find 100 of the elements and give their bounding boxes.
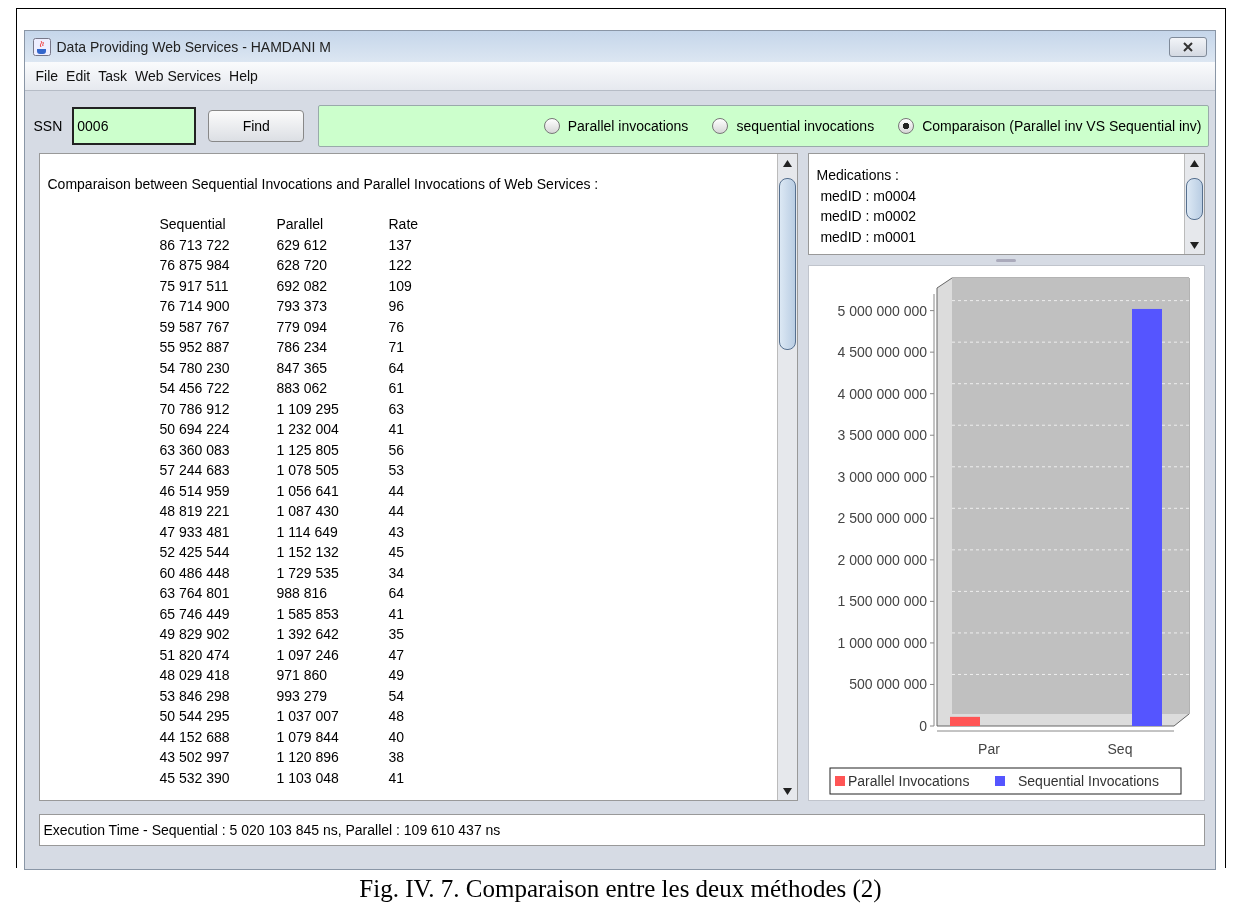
table-cell-text: 60 486 448: [159, 563, 231, 583]
scrollbar-thumb[interactable]: [778, 178, 796, 350]
table-cell-text: 57 244 683: [159, 461, 231, 480]
splitter-handle[interactable]: [996, 258, 1016, 262]
table-cell-text: 993 279: [276, 686, 329, 706]
close-icon[interactable]: [1182, 41, 1193, 52]
table-cell-text: 56: [388, 440, 406, 460]
table-cell-text: 48 029 418: [159, 666, 231, 685]
find-button[interactable]: Find: [208, 110, 305, 142]
ssn-field[interactable]: 0006: [72, 107, 197, 145]
table-cell-text: 53: [388, 461, 406, 480]
radio-label[interactable]: Comparaison (Parallel inv VS Sequential inv): [922, 118, 1202, 134]
table-cell-text: 1 078 505: [276, 461, 340, 480]
table-cell-text: 1 114 649: [276, 522, 339, 542]
table-cell-text: 629 612: [276, 235, 329, 255]
table-cell-text: 55 952 887: [159, 338, 231, 357]
table-cell-text: 71: [388, 338, 406, 357]
table-cell-text: 1 056 641: [276, 481, 340, 501]
table-cell-text: 63 764 801: [159, 584, 231, 603]
table-cell-text: 1 037 007: [276, 707, 340, 726]
menu-item[interactable]: File: [31, 68, 63, 84]
scrollbar-thumb[interactable]: [1185, 178, 1203, 220]
y-tick-label: 3 000 000 000: [836, 468, 927, 485]
medication-item: medID : m0004: [819, 186, 918, 206]
table-cell-text: 47: [388, 645, 406, 665]
menu-item[interactable]: Help: [225, 68, 262, 84]
scrollbar[interactable]: [1183, 154, 1204, 254]
table-cell-text: 75 917 511: [159, 276, 230, 296]
table-cell-text: 44: [388, 502, 406, 521]
table-cell-text: 50 544 295: [159, 707, 231, 726]
table-cell-text: 40: [388, 727, 406, 747]
table-cell-text: 41: [388, 768, 406, 788]
table-cell-text: 52 425 544: [159, 543, 231, 562]
table-cell-text: 1 585 853: [276, 604, 340, 624]
x-tick-label: Par: [977, 741, 1000, 757]
legend-swatch: [834, 776, 845, 786]
table-cell-text: 38: [388, 748, 406, 767]
table-cell-text: 76: [388, 317, 406, 337]
table-cell-text: 988 816: [276, 584, 329, 603]
close-button[interactable]: [1168, 36, 1207, 57]
menu-item[interactable]: Edit: [62, 68, 95, 84]
table-cell-text: 64: [388, 358, 406, 378]
table-cell-text: 44 152 688: [159, 727, 231, 747]
table-cell-text: 109: [388, 276, 413, 296]
scroll-up-icon[interactable]: [782, 159, 792, 167]
table-cell-text: 847 365: [276, 358, 329, 378]
ssn-label: SSN: [33, 118, 63, 134]
table-cell-text: 54 780 230: [159, 358, 231, 378]
table-cell-text: 779 094: [276, 317, 329, 337]
table-cell-text: 53 846 298: [159, 686, 231, 706]
radio-label[interactable]: sequential invocations: [736, 118, 875, 134]
table-cell-text: 76 714 900: [159, 297, 231, 316]
table-cell-text: 54 456 722: [159, 379, 231, 398]
y-tick-label: 1 500 000 000: [836, 593, 927, 610]
table-cell-text: 63 360 083: [159, 440, 231, 460]
y-tick-label: 500 000 000: [848, 676, 927, 693]
scroll-down-icon[interactable]: [1189, 241, 1199, 249]
y-tick-label: 3 500 000 000: [836, 427, 927, 444]
column-header: Rate: [388, 215, 420, 234]
table-cell-text: 48: [388, 707, 406, 726]
table-cell-text: 883 062: [276, 379, 329, 398]
medication-item: medID : m0002: [819, 207, 918, 226]
table-cell-text: 86 713 722: [159, 235, 231, 255]
chart-bar: [949, 716, 980, 726]
radio-button[interactable]: [543, 118, 560, 134]
table-cell-text: 49: [388, 666, 406, 685]
table-cell-text: 43 502 997: [159, 748, 231, 767]
scroll-up-icon[interactable]: [1189, 159, 1199, 167]
column-header: Sequential: [159, 215, 227, 234]
scrollbar[interactable]: [776, 154, 797, 800]
table-cell-text: 1 392 642: [276, 625, 340, 644]
table-cell-text: 41: [388, 420, 406, 439]
table-cell-text: 35: [388, 625, 406, 644]
table-cell-text: 48 819 221: [159, 502, 231, 521]
y-tick-label: 4 500 000 000: [836, 344, 927, 361]
table-cell-text: 1 152 132: [276, 543, 340, 562]
scroll-down-icon[interactable]: [782, 787, 792, 795]
table-cell-text: 44: [388, 481, 406, 501]
table-cell-text: 59 587 767: [159, 317, 231, 337]
y-tick-label: 4 000 000 000: [836, 385, 927, 402]
radio-button[interactable]: [898, 118, 915, 134]
menu-item[interactable]: Web Services: [131, 68, 226, 84]
table-cell-text: 49 829 902: [159, 625, 231, 644]
y-tick-label: 5 000 000 000: [836, 302, 927, 319]
y-tick-label: 0: [918, 718, 927, 734]
table-cell-text: 1 729 535: [276, 563, 340, 583]
legend-label: Sequential Invocations: [1017, 773, 1159, 789]
table-cell-text: 1 120 896: [276, 748, 340, 767]
table-cell-text: 41: [388, 604, 406, 624]
y-tick-label: 1 000 000 000: [836, 634, 927, 651]
radio-button[interactable]: [712, 118, 729, 134]
table-cell-text: 1 103 048: [276, 768, 340, 788]
radio-label[interactable]: Parallel invocations: [567, 118, 689, 134]
table-cell-text: 47 933 481: [159, 522, 231, 542]
legend-label: Parallel Invocations: [847, 773, 969, 789]
menu-item[interactable]: Task: [94, 68, 131, 84]
table-cell-text: 971 860: [276, 666, 329, 685]
table-cell-text: 793 373: [276, 297, 329, 316]
table-cell-text: 54: [388, 686, 406, 706]
table-cell-text: 64: [388, 584, 406, 603]
